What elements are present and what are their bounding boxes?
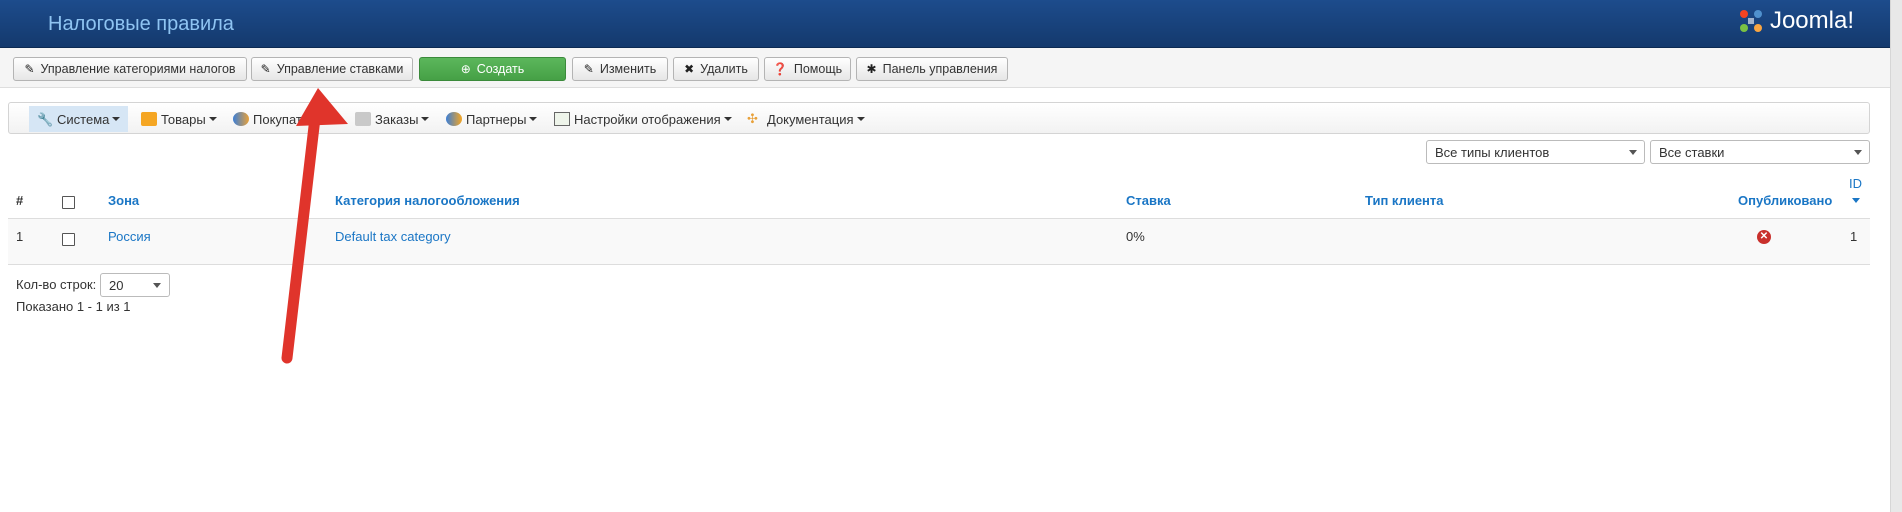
orders-icon <box>355 112 371 126</box>
select-all-checkbox[interactable] <box>62 196 75 209</box>
menu-system-label: Система <box>57 111 110 127</box>
pagination-summary: Показано 1 - 1 из 1 <box>16 299 131 314</box>
chevron-down-icon <box>208 117 217 121</box>
client-type-filter-value: Все типы клиентов <box>1435 144 1550 160</box>
chevron-down-icon <box>153 283 161 288</box>
plus-circle-icon: ⊕ <box>460 62 471 76</box>
delete-label: Удалить <box>700 62 748 76</box>
partners-icon <box>446 112 462 126</box>
joomla-logo-icon <box>1739 10 1762 32</box>
chevron-down-icon <box>1629 150 1637 155</box>
rates-filter[interactable]: Все ставки <box>1650 140 1870 164</box>
rows-per-page-value: 20 <box>109 277 124 293</box>
chevron-down-icon <box>1854 150 1862 155</box>
vertical-scrollbar[interactable] <box>1890 0 1902 512</box>
row-checkbox[interactable] <box>62 233 75 246</box>
menu-products-label: Товары <box>161 111 206 127</box>
table-row <box>8 219 1870 264</box>
col-header-num: # <box>16 193 24 208</box>
col-header-id[interactable]: ID <box>1849 176 1862 191</box>
col-header-published[interactable]: Опубликовано <box>1738 193 1832 208</box>
edit-button[interactable]: ✎ Изменить <box>572 57 668 81</box>
edit-icon: ✎ <box>583 62 594 76</box>
tax-categories-label: Управление категориями налогов <box>40 62 236 76</box>
rows-per-page-label: Кол-во строк: <box>16 277 97 292</box>
users-icon <box>233 112 249 126</box>
app-header: Налоговые правила Joomla! <box>0 0 1890 48</box>
col-header-rate[interactable]: Ставка <box>1126 193 1171 208</box>
chevron-down-icon <box>723 117 732 121</box>
control-panel-label: Панель управления <box>882 62 998 76</box>
client-type-filter[interactable]: Все типы клиентов <box>1426 140 1645 164</box>
rates-filter-value: Все ставки <box>1659 144 1725 160</box>
box-icon <box>141 112 157 126</box>
menu-orders-label: Заказы <box>375 111 419 127</box>
manage-rates-label: Управление ставками <box>276 62 404 76</box>
row-num: 1 <box>16 229 24 244</box>
edit-icon: ✎ <box>260 62 271 76</box>
col-header-client-type[interactable]: Тип клиента <box>1365 193 1444 208</box>
asterisk-icon: ✱ <box>866 62 877 76</box>
manage-rates-button[interactable]: ✎ Управление ставками <box>251 57 413 81</box>
menu-customers-label: Покупатели <box>253 111 324 127</box>
menu-partners-label: Партнеры <box>466 111 527 127</box>
help-button[interactable]: ❓ Помощь <box>764 57 851 81</box>
component-menu: 🔧 Система Товары Покупатели Заказы Партне… <box>8 102 1870 134</box>
rows-per-page-select[interactable]: 20 <box>100 273 170 297</box>
row-tax-category-link[interactable]: Default tax category <box>335 229 451 244</box>
page-title: Налоговые правила <box>48 13 234 35</box>
menu-partners[interactable]: Партнеры <box>446 106 538 132</box>
menu-customers[interactable]: Покупатели <box>233 106 335 132</box>
col-header-zone[interactable]: Зона <box>108 193 139 208</box>
row-rate: 0% <box>1126 229 1145 244</box>
unpublished-icon[interactable]: ✕ <box>1757 230 1771 244</box>
delete-button[interactable]: ✖ Удалить <box>673 57 759 81</box>
menu-display-label: Настройки отображения <box>574 111 721 127</box>
create-button[interactable]: ⊕ Создать <box>419 57 566 81</box>
menu-display-settings[interactable]: Настройки отображения <box>554 106 732 132</box>
chevron-down-icon <box>529 117 538 121</box>
table-bottom-divider <box>8 264 1870 265</box>
menu-orders[interactable]: Заказы <box>355 106 430 132</box>
chevron-down-icon <box>112 117 121 121</box>
tools-icon: 🔧 <box>37 112 54 127</box>
help-label: Помощь <box>793 62 843 76</box>
close-icon: ✖ <box>684 62 695 76</box>
menu-docs-label: Документация <box>767 111 854 127</box>
row-zone-link[interactable]: Россия <box>108 229 151 244</box>
control-panel-button[interactable]: ✱ Панель управления <box>856 57 1008 81</box>
menu-system[interactable]: 🔧 Система <box>29 106 129 132</box>
joomla-logo[interactable]: Joomla! <box>1736 6 1854 36</box>
chevron-down-icon <box>326 117 335 121</box>
logo-text: Joomla! <box>1769 7 1854 34</box>
toolbar: ✎ Управление категориями налогов ✎ Управле… <box>0 48 1890 88</box>
tax-categories-button[interactable]: ✎ Управление категориями налогов <box>13 57 247 81</box>
question-icon: ❓ <box>772 62 788 76</box>
col-header-tax-category[interactable]: Категория налогообложения <box>335 193 520 208</box>
chevron-down-icon <box>421 117 430 121</box>
menu-products[interactable]: Товары <box>141 106 217 132</box>
edit-label: Изменить <box>599 62 657 76</box>
chevron-down-icon <box>856 117 865 121</box>
display-icon <box>554 112 570 126</box>
sort-desc-icon <box>1852 198 1860 203</box>
create-label: Создать <box>476 62 525 76</box>
docs-icon: ✣ <box>747 111 758 126</box>
row-id: 1 <box>1850 229 1858 244</box>
edit-icon: ✎ <box>24 62 35 76</box>
menu-documentation[interactable]: ✣ Документация <box>747 106 865 132</box>
